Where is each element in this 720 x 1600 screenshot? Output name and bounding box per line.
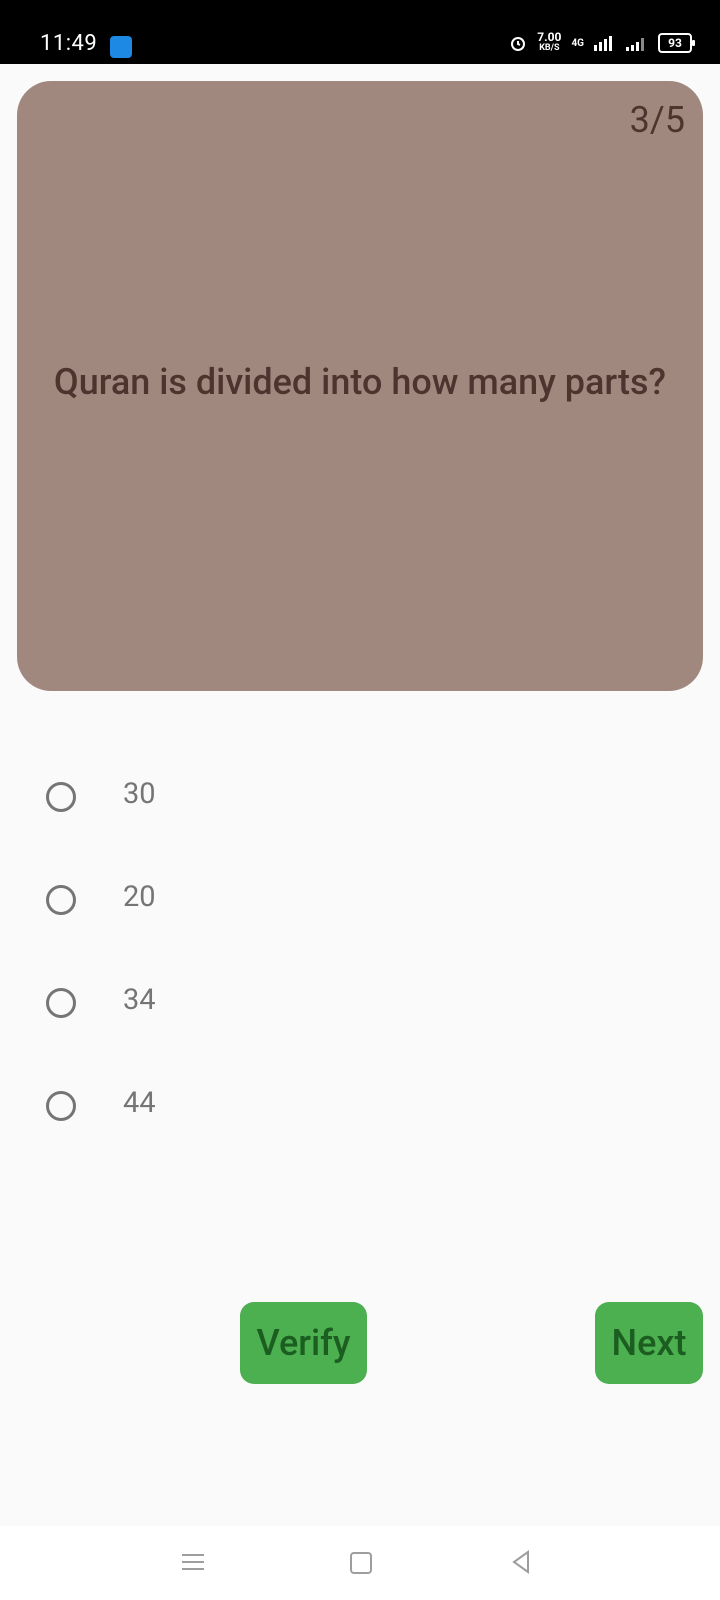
option-label: 30 xyxy=(123,777,156,811)
status-time: 11:49 xyxy=(40,31,98,56)
option-44[interactable]: 44 xyxy=(0,1054,720,1150)
battery-icon: 93 xyxy=(658,33,695,53)
signal-icon xyxy=(594,36,612,51)
option-label: 20 xyxy=(123,880,156,914)
speed-value: 7.00 xyxy=(537,30,562,44)
alarm-icon xyxy=(511,37,526,51)
radio-button-icon[interactable] xyxy=(46,782,76,812)
option-20[interactable]: 20 xyxy=(0,848,720,944)
question-text: Quran is divided into how many parts? xyxy=(53,361,667,403)
network-type: 4G xyxy=(571,37,584,49)
option-30[interactable]: 30 xyxy=(0,745,720,841)
menu-icon[interactable] xyxy=(182,1554,204,1570)
navigation-bar xyxy=(0,1526,720,1600)
option-label: 34 xyxy=(123,983,156,1017)
back-icon[interactable] xyxy=(508,1548,536,1576)
question-card: 3/5 Quran is divided into how many parts… xyxy=(17,81,703,691)
option-label: 44 xyxy=(123,1086,156,1120)
status-bar: 11:49 7.00 KB/S 4G 93 xyxy=(0,0,720,64)
home-icon[interactable] xyxy=(350,1552,372,1574)
radio-button-icon[interactable] xyxy=(46,885,76,915)
android-icon xyxy=(110,36,132,58)
verify-button[interactable]: Verify xyxy=(240,1302,367,1384)
radio-button-icon[interactable] xyxy=(46,988,76,1018)
network-speed: 7.00 KB/S xyxy=(537,30,562,54)
option-34[interactable]: 34 xyxy=(0,951,720,1047)
signal-icon-2 xyxy=(626,38,644,51)
question-counter: 3/5 xyxy=(629,99,685,141)
status-icons: 7.00 KB/S 4G 93 xyxy=(509,30,695,54)
next-button[interactable]: Next xyxy=(595,1302,703,1384)
speed-unit: KB/S xyxy=(539,43,560,53)
radio-button-icon[interactable] xyxy=(46,1091,76,1121)
